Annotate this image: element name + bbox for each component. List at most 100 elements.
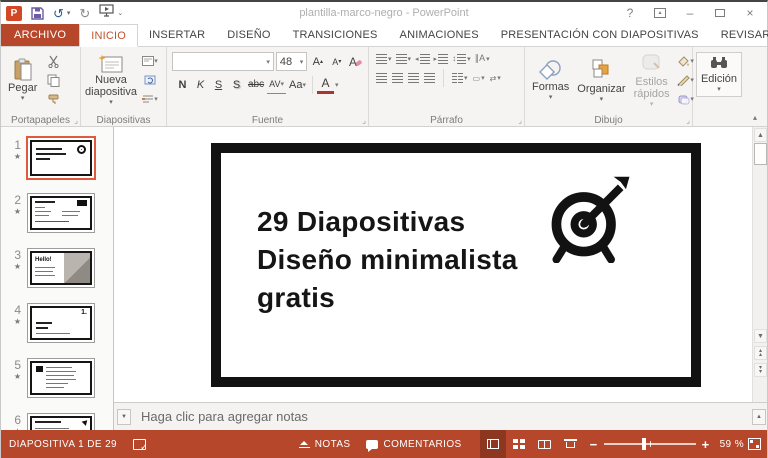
editing-button[interactable]: Edición ▾ — [696, 52, 742, 97]
text-shadow-button[interactable]: S — [228, 75, 245, 94]
tab-insertar[interactable]: INSERTAR — [138, 24, 216, 46]
underline-button[interactable]: S — [210, 75, 227, 94]
bold-button[interactable]: N — [174, 75, 191, 94]
tab-revisar[interactable]: REVISAR — [710, 24, 768, 46]
slide-counter[interactable]: DIAPOSITIVA 1 DE 29 — [1, 430, 125, 458]
normal-view-button[interactable] — [479, 430, 506, 458]
slide-editor[interactable]: 29 Diapositivas Diseño minimalista grati… — [114, 127, 767, 402]
slide-black-frame[interactable]: 29 Diapositivas Diseño minimalista grati… — [211, 143, 701, 387]
minimize-button[interactable]: – — [677, 3, 703, 23]
zoom-slider-thumb[interactable] — [641, 438, 646, 450]
align-center-icon[interactable] — [392, 73, 403, 83]
tab-diseno[interactable]: DISEÑO — [216, 24, 281, 46]
section-icon[interactable]: ▾ — [140, 91, 160, 107]
maximize-button[interactable] — [707, 3, 733, 23]
increase-font-button[interactable]: A ▴ — [309, 52, 326, 71]
bullets-icon[interactable]: ▾ — [376, 53, 392, 64]
align-left-icon[interactable] — [376, 73, 387, 83]
editing-dropdown-icon[interactable]: ▾ — [717, 85, 721, 93]
dialog-launcher-portapapeles[interactable]: ⌟ — [74, 116, 78, 125]
new-slide-button[interactable]: Nueva diapositiva ▾ — [84, 52, 138, 108]
thumbnail-slide-5[interactable] — [27, 358, 95, 398]
ribbon-display-options-icon[interactable]: ▴ — [647, 3, 673, 23]
tab-archivo[interactable]: ARCHIVO — [1, 24, 80, 46]
smartart-icon[interactable]: ⇄ ▾ — [490, 74, 501, 83]
font-name-dropdown-icon[interactable]: ▾ — [266, 58, 270, 66]
line-spacing-icon[interactable]: ↕ ▾ — [452, 53, 471, 64]
quick-styles-button[interactable]: Estilos rápidos ▾ — [630, 51, 674, 110]
dialog-launcher-parrafo[interactable]: ⌟ — [518, 116, 522, 125]
reading-view-button[interactable] — [532, 430, 558, 458]
change-case-button[interactable]: Aa ▾ — [287, 75, 308, 94]
italic-button[interactable]: K — [192, 75, 209, 94]
notes-scroll-up-icon[interactable]: ▲ — [752, 408, 766, 425]
tab-inicio[interactable]: INICIO — [79, 24, 139, 47]
font-name-combobox[interactable]: ▾ — [172, 52, 274, 71]
start-slideshow-icon[interactable] — [99, 4, 114, 22]
redo-icon[interactable]: ↻ — [79, 7, 90, 20]
powerpoint-logo-icon[interactable]: P — [6, 5, 22, 21]
previous-slide-icon[interactable]: ▴ ▴ — [754, 346, 767, 360]
thumbnail-scroll-down-icon[interactable]: ▼ — [117, 408, 131, 425]
font-color-dropdown-icon[interactable]: ▾ — [335, 81, 339, 89]
font-color-button[interactable]: A — [316, 75, 334, 94]
slide-layout-icon[interactable]: ▾ — [140, 53, 160, 69]
scrollbar-thumb[interactable] — [754, 143, 767, 165]
reset-slide-icon[interactable] — [140, 72, 160, 88]
fit-slide-to-window-icon[interactable] — [748, 438, 761, 450]
columns-icon[interactable]: ▾ — [452, 73, 468, 83]
decrease-font-button[interactable]: A ▾ — [328, 52, 345, 71]
close-button[interactable]: × — [737, 3, 763, 23]
slide-title-text[interactable]: 29 Diapositivas Diseño minimalista grati… — [257, 203, 518, 317]
character-spacing-button[interactable]: AV ▾ — [267, 75, 286, 94]
font-size-dropdown-icon[interactable]: ▾ — [300, 58, 304, 66]
zoom-out-icon[interactable]: − — [590, 437, 598, 452]
text-direction-icon[interactable]: ∥A ▾ — [475, 53, 490, 64]
dialog-launcher-fuente[interactable]: ⌟ — [362, 116, 366, 125]
editor-scrollbar[interactable]: ▲ ▼ ▴ ▴ ▾ ▾ — [752, 127, 767, 402]
increase-indent-icon[interactable]: ▸ — [434, 53, 449, 64]
spellcheck-status[interactable] — [125, 430, 154, 458]
format-painter-icon[interactable] — [43, 91, 63, 107]
align-right-icon[interactable] — [408, 73, 419, 83]
thumbnail-slide-2[interactable] — [27, 193, 95, 233]
undo-icon[interactable]: ↺ — [53, 7, 64, 20]
zoom-slider[interactable] — [603, 438, 696, 450]
comments-toggle-button[interactable]: COMENTARIOS — [358, 430, 469, 458]
help-icon[interactable]: ? — [617, 3, 643, 23]
scroll-down-icon[interactable]: ▼ — [754, 329, 767, 343]
undo-dropdown-icon[interactable]: ▾ — [67, 9, 71, 17]
strikethrough-button[interactable]: abc — [246, 75, 266, 94]
thumbnail-slide-3[interactable]: Hello! — [27, 248, 95, 288]
arrange-dropdown-icon[interactable]: ▾ — [600, 95, 604, 103]
clear-formatting-button[interactable]: A — [347, 52, 365, 71]
tab-presentacion[interactable]: PRESENTACIÓN CON DIAPOSITIVAS — [490, 24, 710, 46]
slide-sorter-view-button[interactable] — [506, 430, 532, 458]
shapes-dropdown-icon[interactable]: ▾ — [549, 93, 553, 101]
save-icon[interactable] — [31, 6, 44, 20]
font-size-combobox[interactable]: 48 ▾ — [275, 52, 308, 71]
paste-dropdown-icon[interactable]: ▾ — [21, 94, 25, 102]
decrease-indent-icon[interactable]: ◂ — [415, 53, 430, 64]
slideshow-view-button[interactable] — [558, 430, 584, 458]
thumbnail-slide-1[interactable] — [26, 136, 96, 180]
align-text-icon[interactable]: ▭ ▾ — [473, 74, 485, 83]
arrange-button[interactable]: Organizar ▾ — [573, 56, 629, 105]
zoom-level[interactable]: 59 % — [716, 430, 748, 458]
paste-button[interactable]: Pegar ▾ — [4, 56, 41, 104]
new-slide-dropdown-icon[interactable]: ▾ — [109, 98, 113, 106]
tab-animaciones[interactable]: ANIMACIONES — [389, 24, 490, 46]
zoom-in-icon[interactable]: + — [702, 437, 710, 452]
notes-toggle-button[interactable]: NOTAS — [291, 430, 359, 458]
numbering-icon[interactable]: ▾ — [395, 53, 411, 64]
scroll-up-icon[interactable]: ▲ — [754, 128, 767, 142]
collapse-ribbon-icon[interactable]: ▴ — [753, 113, 757, 122]
justify-icon[interactable] — [424, 73, 435, 83]
customize-qat-icon[interactable]: ⌄ — [117, 9, 123, 17]
thumbnail-slide-6[interactable] — [27, 413, 95, 430]
dartboard-target-icon[interactable] — [545, 175, 633, 263]
notes-placeholder[interactable]: Haga clic para agregar notas — [141, 409, 308, 424]
next-slide-icon[interactable]: ▾ ▾ — [754, 363, 767, 377]
shapes-button[interactable]: Formas ▾ — [528, 57, 573, 103]
copy-icon[interactable] — [43, 72, 63, 88]
